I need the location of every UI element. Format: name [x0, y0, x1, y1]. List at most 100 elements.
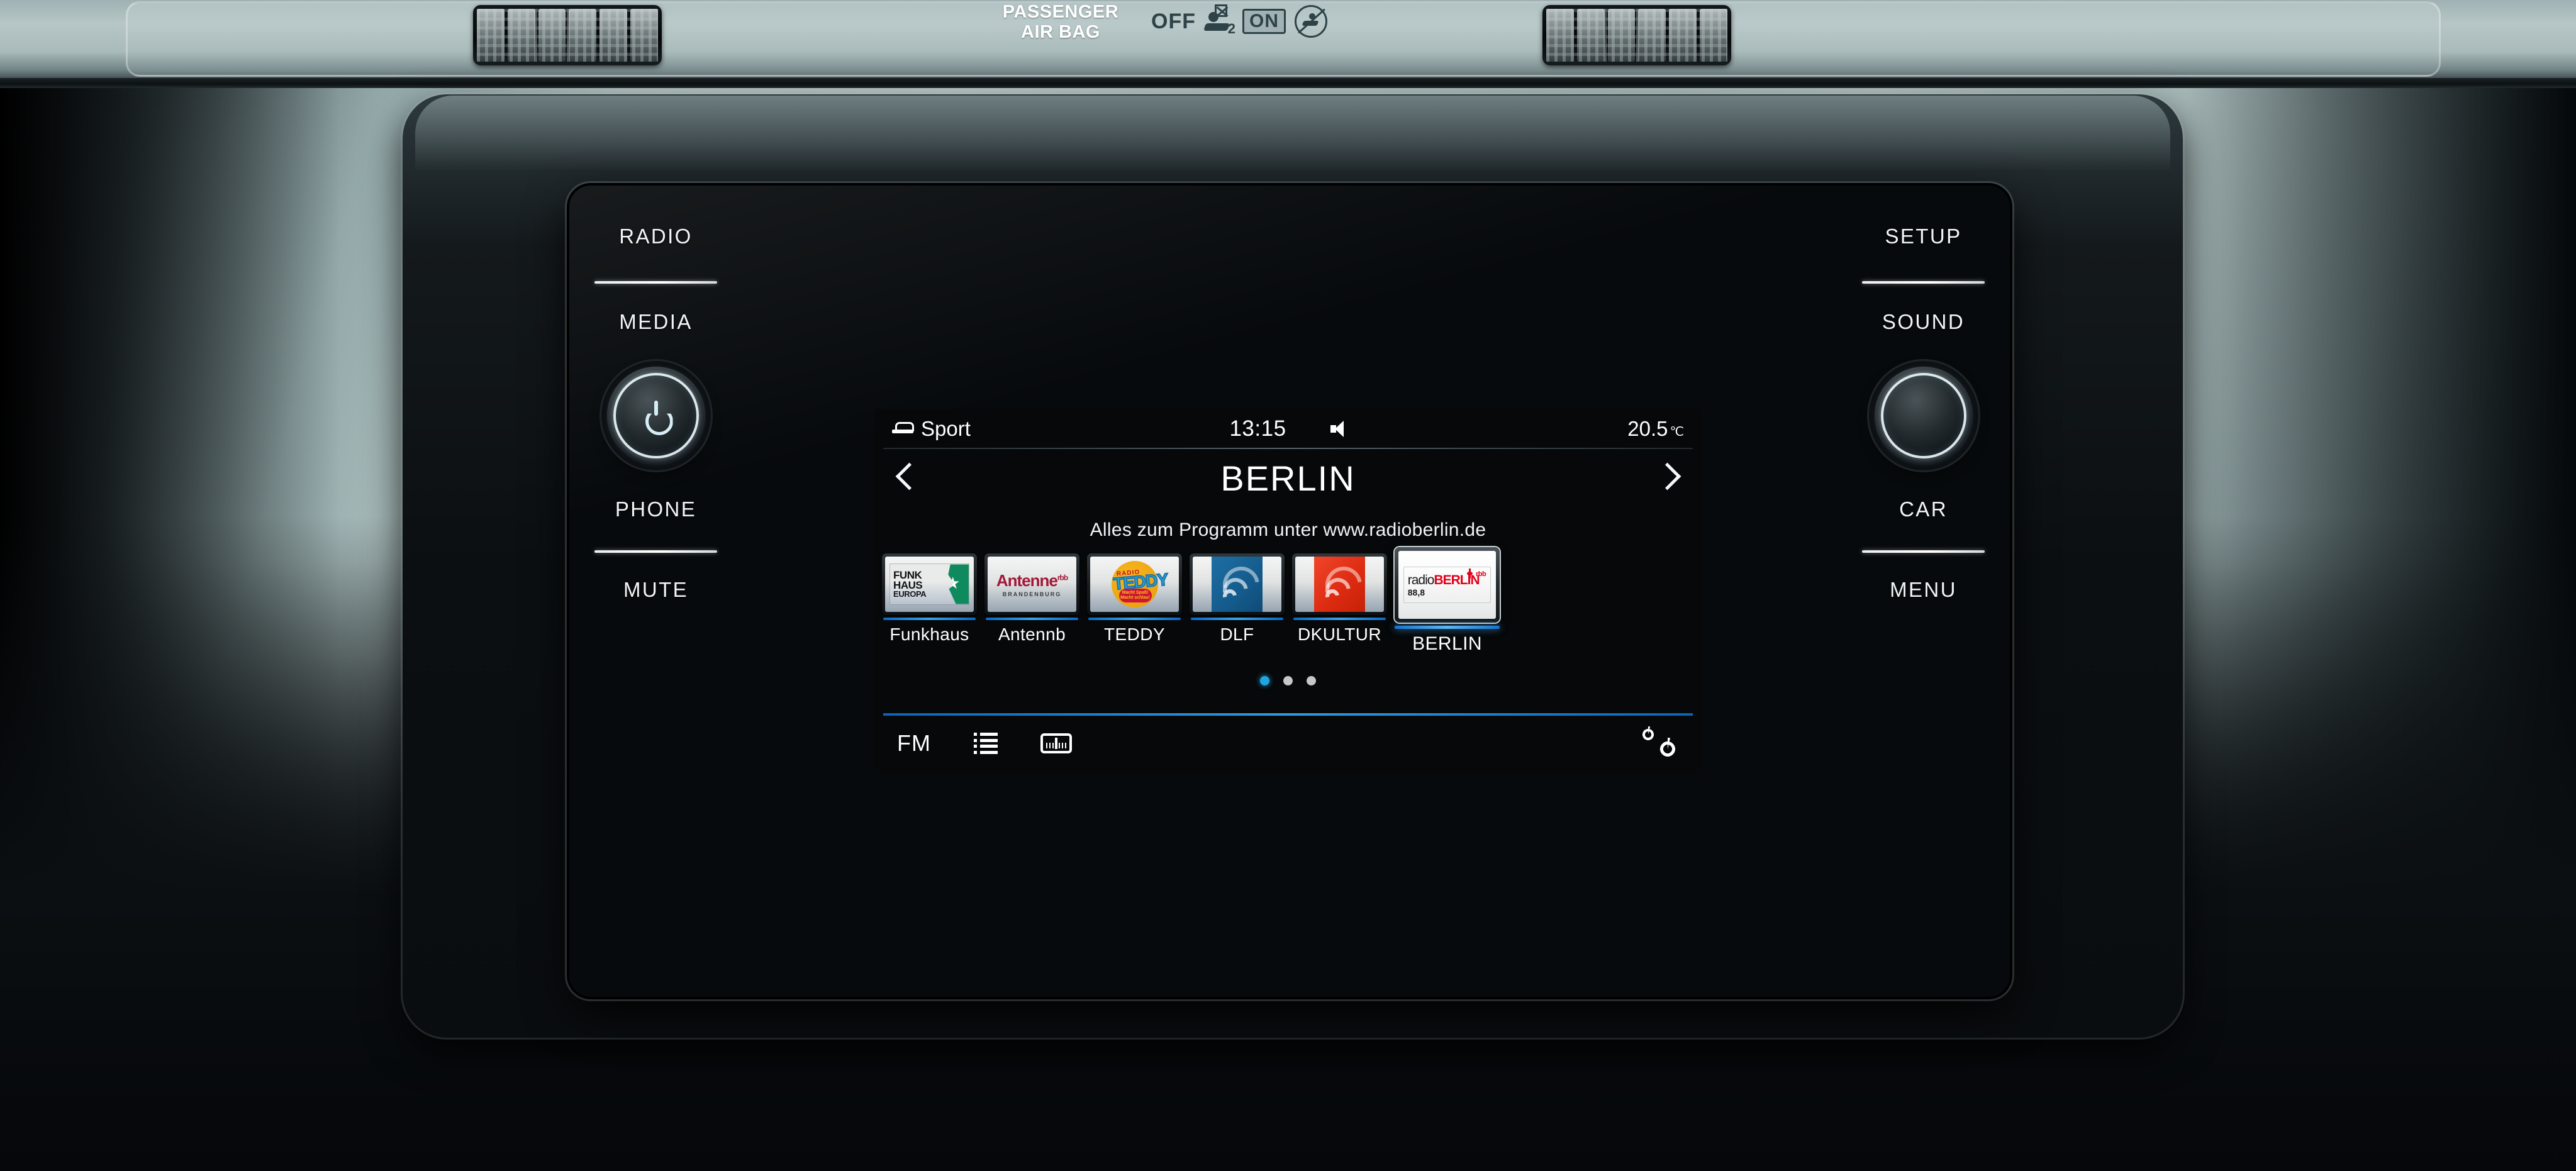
- chevron-left-icon[interactable]: [889, 460, 925, 496]
- preset-label: Antennb: [998, 624, 1066, 644]
- radio-button[interactable]: RADIO: [619, 225, 693, 248]
- airbag-label-line1: PASSENGER: [1002, 2, 1119, 22]
- screen-spacer: [874, 701, 1702, 713]
- antenne-brandenburg-logo: Antennerbb BRANDENBURG: [988, 557, 1076, 612]
- preset-label: TEDDY: [1104, 624, 1165, 644]
- page-title: BERLIN: [1220, 458, 1356, 498]
- frequency-band-icon[interactable]: [1040, 733, 1072, 753]
- preset-underline: [883, 618, 976, 620]
- radio-wave-icon: [1313, 557, 1369, 612]
- radio-wave-icon: [1211, 557, 1266, 612]
- preset-tile-funkhaus[interactable]: FUNK HAUS EUROPA Funkhaus: [879, 553, 979, 645]
- radio-teddy-logo: RADIO TEDDY Macht Spaß! Macht schlau!: [1090, 557, 1179, 612]
- clock-label: 13:15: [1229, 416, 1286, 441]
- car-button[interactable]: CAR: [1899, 497, 1948, 521]
- sound-button[interactable]: SOUND: [1882, 310, 1965, 334]
- bottom-toolbar: FM: [874, 713, 1702, 774]
- center-console-gloss: [415, 96, 2170, 171]
- right-divider-bottom: [1862, 550, 1985, 553]
- preset-label: Funkhaus: [889, 624, 969, 644]
- status-bar: Sport 13:15 20.5 ℃: [874, 409, 1702, 449]
- antenne-sup: rbb: [1057, 573, 1068, 582]
- speaker-icon[interactable]: [1330, 421, 1347, 437]
- temperature-value: 20.5: [1627, 417, 1668, 440]
- teddy-tagline: Macht Spaß! Macht schlau!: [1118, 589, 1152, 602]
- radio-berlin-rbb-logo: radioBERLIN rbb 88,8: [1398, 551, 1496, 619]
- airbag-label-line2: AIR BAG: [1021, 21, 1100, 42]
- page-dot-2[interactable]: [1283, 675, 1293, 685]
- funkhaus-europa-logo: FUNK HAUS EUROPA: [885, 557, 974, 612]
- airbag-seat-sub: 2: [1227, 21, 1236, 36]
- menu-button[interactable]: MENU: [1890, 578, 1957, 602]
- right-hardkey-column: SETUP SOUND CAR MENU: [1837, 186, 2010, 997]
- setup-button[interactable]: SETUP: [1885, 225, 1961, 248]
- station-preset-row: FUNK HAUS EUROPA Funkhaus: [874, 547, 1702, 660]
- preset-underline: [1395, 626, 1500, 629]
- vent-grid-right: [1546, 9, 1727, 62]
- toolbar-divider: [883, 713, 1693, 716]
- preset-label: BERLIN: [1412, 633, 1482, 654]
- preset-tile-berlin[interactable]: radioBERLIN rbb 88,8 BERLIN: [1392, 547, 1502, 655]
- preset-tile-dlf[interactable]: DLF: [1187, 553, 1287, 645]
- airbag-off-pictogram: 2: [1205, 4, 1236, 36]
- preset-frame: RADIO TEDDY Macht Spaß! Macht schlau!: [1087, 553, 1182, 615]
- vent-grid-left: [477, 9, 658, 62]
- preset-frame: Antennerbb BRANDENBURG: [984, 553, 1079, 615]
- preset-underline: [986, 618, 1078, 620]
- drive-mode-label: Sport: [921, 417, 971, 440]
- preset-label: DKULTUR: [1298, 624, 1381, 644]
- deutschlandfunk-kultur-wave-logo: [1295, 557, 1384, 612]
- temperature-unit: ℃: [1670, 425, 1684, 439]
- preset-tile-antennb[interactable]: Antennerbb BRANDENBURG Antennb: [982, 553, 1082, 645]
- outside-temperature: 20.5 ℃: [1627, 417, 1684, 441]
- infotainment-head-unit: RADIO MEDIA PHONE MUTE SETUP SOUND CAR M…: [569, 186, 2010, 997]
- berlin-logo-radio: radio: [1407, 572, 1435, 587]
- preset-frame: [1292, 553, 1387, 615]
- antenne-main: Antenne: [996, 571, 1058, 590]
- preset-tile-dkultur[interactable]: DKULTUR: [1290, 553, 1390, 645]
- teddy-tagline-1: Macht Spaß!: [1122, 590, 1149, 595]
- right-divider-top: [1862, 281, 1985, 284]
- air-vent-left[interactable]: [473, 5, 662, 65]
- teddy-tagline-2: Macht schlau!: [1120, 596, 1150, 600]
- band-button[interactable]: FM: [897, 730, 931, 757]
- chevron-right-icon[interactable]: [1651, 460, 1687, 496]
- page-indicator: [874, 660, 1702, 701]
- tune-knob-ring: [1880, 373, 1966, 458]
- page-dot-3[interactable]: [1307, 675, 1316, 685]
- tv-tower-icon: [1467, 568, 1473, 579]
- dashboard-trim-edge: [0, 78, 2576, 88]
- mute-button[interactable]: MUTE: [623, 578, 688, 602]
- airbag-indicator-group: OFF 2 ON: [1151, 4, 1327, 38]
- left-divider-bottom: [594, 550, 717, 553]
- passenger-airbag-label: PASSENGER AIR BAG: [979, 2, 1142, 43]
- preset-underline: [1293, 618, 1386, 620]
- gear-small-icon: [1640, 726, 1656, 743]
- preset-frame: [1190, 553, 1285, 615]
- preset-frame: FUNK HAUS EUROPA: [882, 553, 977, 615]
- status-bar-divider: [883, 448, 1693, 449]
- settings-gears-icon[interactable]: [1640, 726, 1679, 760]
- air-vent-right[interactable]: [1542, 5, 1731, 65]
- left-hardkey-column: RADIO MEDIA PHONE MUTE: [569, 186, 742, 997]
- phone-button[interactable]: PHONE: [615, 497, 696, 521]
- no-child-seat-pictogram: [1294, 5, 1327, 38]
- power-volume-knob[interactable]: [596, 357, 715, 475]
- station-list-icon[interactable]: [974, 733, 998, 754]
- touchscreen-display[interactable]: Sport 13:15 20.5 ℃ BERLIN Alles zum Prog…: [874, 409, 1702, 774]
- car-icon: [892, 421, 914, 436]
- drive-mode-indicator[interactable]: Sport: [892, 417, 971, 441]
- radiotext-subtitle: Alles zum Programm unter www.radioberlin…: [1090, 519, 1486, 540]
- dashboard-background: PASSENGER AIR BAG OFF 2 ON RADIO MEDIA P…: [0, 0, 2576, 1171]
- media-button[interactable]: MEDIA: [619, 310, 693, 334]
- page-dot-1[interactable]: [1260, 675, 1269, 685]
- power-icon: [643, 401, 669, 430]
- deutschlandfunk-wave-logo: [1193, 557, 1281, 612]
- preset-underline: [1191, 618, 1283, 620]
- preset-label: DLF: [1220, 624, 1254, 644]
- left-divider-top: [594, 281, 717, 284]
- berlin-logo-berlin: BERLIN: [1434, 572, 1480, 587]
- berlin-logo-frequency: 88,8: [1407, 587, 1425, 597]
- tune-knob[interactable]: [1864, 357, 1983, 475]
- preset-tile-teddy[interactable]: RADIO TEDDY Macht Spaß! Macht schlau! TE…: [1084, 553, 1185, 645]
